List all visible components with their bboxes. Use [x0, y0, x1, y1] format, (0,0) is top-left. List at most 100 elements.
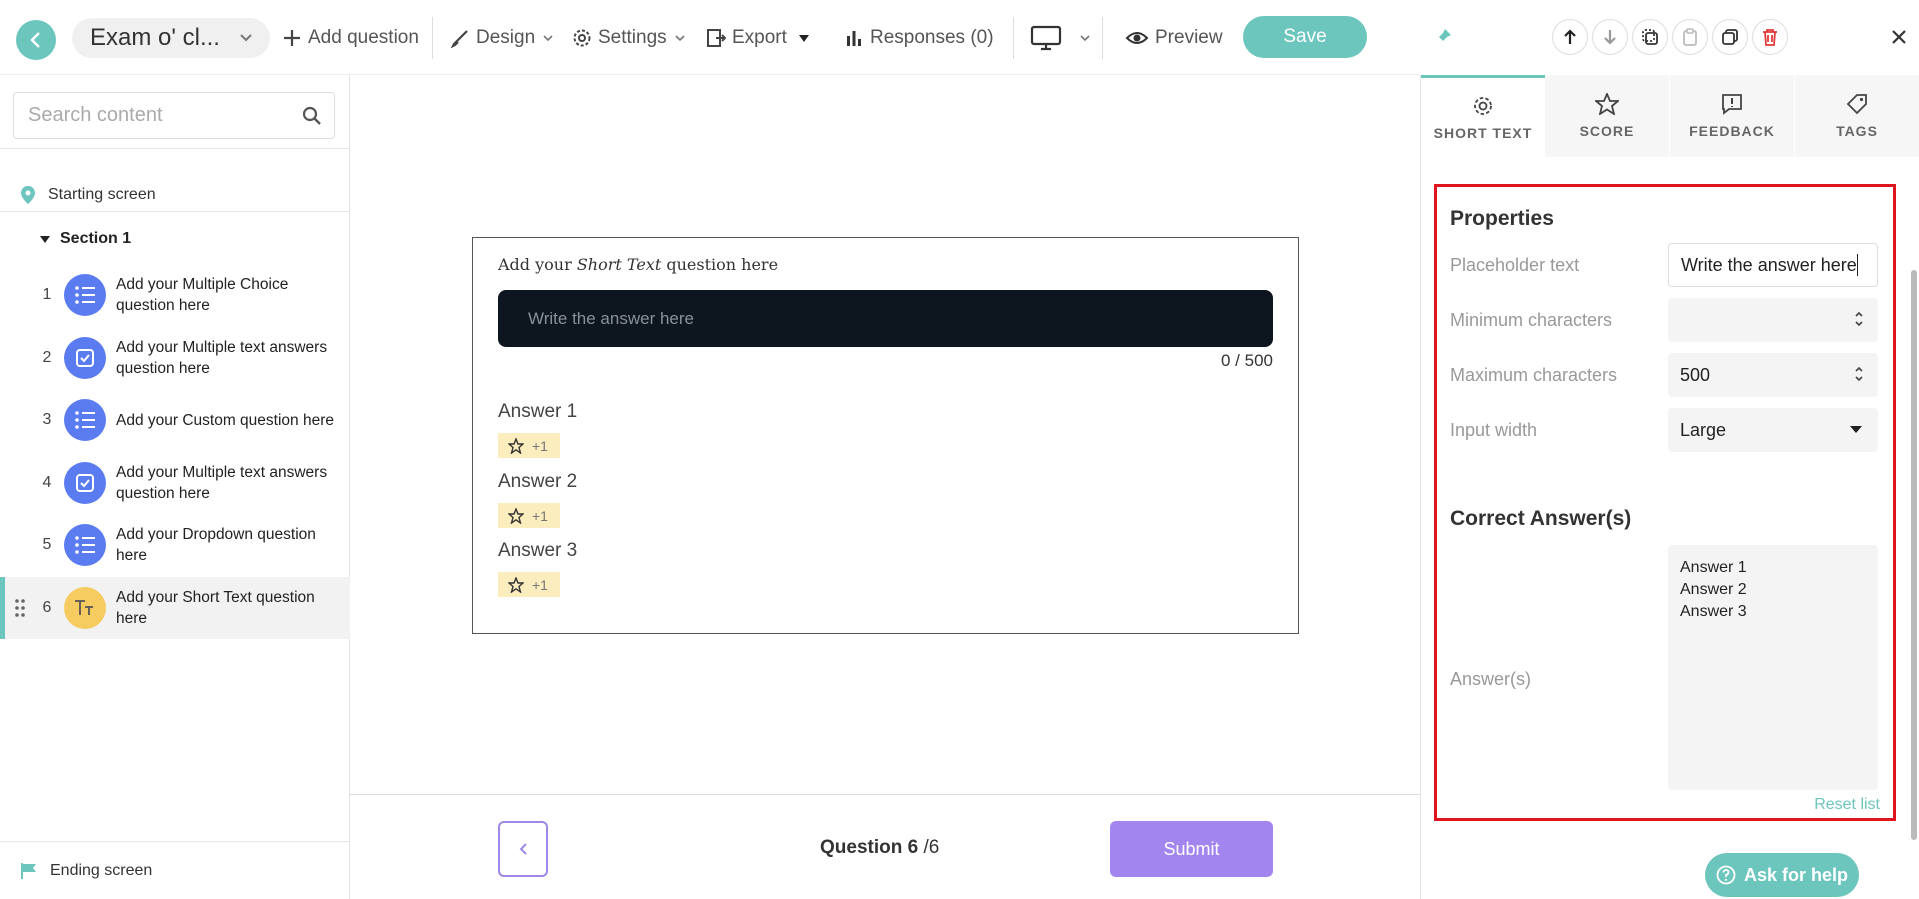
question-title: Add your Custom question here	[116, 411, 334, 429]
brush-icon	[450, 30, 468, 48]
divider	[0, 148, 350, 149]
copy-button[interactable]	[1632, 19, 1668, 55]
settings-menu[interactable]: Settings	[572, 24, 687, 52]
starting-screen-item[interactable]: Starting screen	[0, 165, 350, 225]
search-input[interactable]	[26, 103, 296, 128]
monitor-icon	[1030, 25, 1062, 51]
submit-button[interactable]: Submit	[1110, 821, 1273, 877]
ending-screen-item[interactable]: Ending screen	[0, 841, 350, 899]
current-question: Question 6	[820, 837, 919, 858]
correct-answers-heading: Correct Answer(s)	[1450, 507, 1632, 530]
answers-label: Answer(s)	[1450, 669, 1532, 689]
caret-down-icon	[798, 34, 809, 42]
maximum-characters-value: 500	[1680, 364, 1711, 385]
section-header[interactable]: Section 1	[40, 230, 131, 248]
previous-question-button[interactable]	[498, 821, 548, 877]
ending-screen-label: Ending screen	[50, 861, 153, 879]
comment-alert-icon	[1722, 94, 1742, 115]
settings-label: Settings	[598, 27, 667, 48]
design-menu[interactable]: Design	[450, 24, 555, 52]
question-title: Add your Multiple text answers question …	[116, 339, 328, 377]
location-pin-icon	[21, 186, 35, 204]
trash-icon	[1763, 29, 1777, 46]
score-value: +1	[532, 437, 548, 454]
caret-down-icon	[40, 235, 50, 243]
list-icon	[64, 399, 106, 441]
tab-score[interactable]: SCORE	[1545, 75, 1669, 157]
question-number: 6	[42, 599, 52, 616]
question-item-6[interactable]: 6 Add your Short Text question here	[0, 577, 350, 639]
question-text-prefix: Add your	[498, 255, 577, 274]
list-icon	[64, 524, 106, 566]
close-icon[interactable]	[1892, 30, 1906, 44]
search-icon[interactable]	[302, 106, 322, 126]
question-title: Add your Dropdown question here	[116, 526, 316, 564]
score-value: +1	[532, 507, 548, 524]
minimum-characters-input[interactable]	[1668, 298, 1878, 342]
responses-button[interactable]: Responses (0)	[844, 24, 994, 52]
stepper-arrows-icon[interactable]	[1854, 365, 1864, 383]
question-item-1[interactable]: 1 Add your Multiple Choice question here	[0, 264, 350, 326]
stepper-arrows-icon[interactable]	[1854, 310, 1864, 328]
question-number: 1	[42, 286, 52, 303]
chevron-down-icon	[240, 34, 252, 42]
correct-answers-textarea[interactable]: Answer 1 Answer 2 Answer 3	[1668, 545, 1878, 790]
export-icon	[707, 29, 726, 47]
ask-for-help-button[interactable]: Ask for help	[1705, 853, 1859, 897]
question-item-2[interactable]: 2 Add your Multiple text answers questio…	[0, 327, 350, 389]
move-up-button[interactable]	[1552, 19, 1588, 55]
maximum-characters-label: Maximum characters	[1450, 365, 1618, 385]
question-number: 2	[42, 349, 52, 366]
reset-list-link[interactable]: Reset list	[1814, 796, 1880, 814]
toolbar-divider	[1102, 17, 1103, 59]
minimum-characters-label: Minimum characters	[1450, 310, 1613, 330]
question-text-type: Short Text	[576, 255, 662, 274]
tab-short-text[interactable]: SHORT TEXT	[1421, 75, 1545, 157]
score-badge: +1	[498, 503, 560, 528]
add-question-label: Add question	[308, 27, 419, 48]
input-width-select[interactable]: Large	[1668, 408, 1878, 452]
question-number: 5	[42, 536, 52, 553]
device-preview-dropdown[interactable]	[1030, 24, 1092, 52]
tab-feedback[interactable]: FEEDBACK	[1670, 75, 1794, 157]
question-text[interactable]: Add your Short Text question here	[498, 255, 778, 274]
checkbox-icon	[64, 462, 106, 504]
answer-input[interactable]: Write the answer here	[498, 290, 1273, 347]
question-card[interactable]: Add your Short Text question here Write …	[472, 237, 1299, 634]
help-label: Ask for help	[1743, 864, 1849, 885]
answer-label: Answer 1	[498, 401, 578, 422]
question-progress: Question 6 /6	[820, 837, 939, 859]
move-down-button[interactable]	[1592, 19, 1628, 55]
add-question-button[interactable]: Add question	[282, 24, 419, 52]
placeholder-text-field[interactable]: Write the answer here	[1668, 243, 1878, 287]
export-menu[interactable]: Export	[706, 24, 809, 52]
input-width-label: Input width	[1450, 420, 1538, 440]
question-item-4[interactable]: 4 Add your Multiple text answers questio…	[0, 452, 350, 514]
copy-icon	[1642, 29, 1658, 45]
maximum-characters-input[interactable]: 500	[1668, 353, 1878, 397]
arrow-up-icon	[1564, 29, 1576, 44]
chevron-left-icon	[519, 843, 527, 855]
paste-button[interactable]	[1672, 19, 1708, 55]
delete-button[interactable]	[1752, 19, 1788, 55]
responses-label: Responses (0)	[870, 27, 994, 48]
text-cursor	[1856, 254, 1858, 276]
pin-icon[interactable]	[1434, 28, 1452, 46]
duplicate-button[interactable]	[1712, 19, 1748, 55]
drag-handle-icon[interactable]	[14, 598, 26, 618]
save-button[interactable]: Save	[1243, 16, 1367, 58]
panel-scrollbar[interactable]	[1911, 270, 1917, 840]
preview-button[interactable]: Preview	[1125, 24, 1223, 52]
flag-icon	[21, 862, 36, 879]
duplicate-icon	[1722, 29, 1738, 45]
tag-icon	[1846, 94, 1867, 115]
question-item-3[interactable]: 3 Add your Custom question here	[0, 389, 350, 451]
arrow-down-icon	[1604, 30, 1616, 45]
tab-tags[interactable]: TAGS	[1795, 75, 1919, 157]
question-item-5[interactable]: 5 Add your Dropdown question here	[0, 514, 350, 576]
help-circle-icon	[1716, 865, 1736, 885]
back-button[interactable]	[16, 20, 56, 60]
star-icon	[508, 507, 524, 524]
content-sidebar: Starting screen Section 1 1 Add your Mul…	[0, 75, 350, 899]
form-title-dropdown[interactable]: Exam o' cl...	[72, 18, 270, 58]
